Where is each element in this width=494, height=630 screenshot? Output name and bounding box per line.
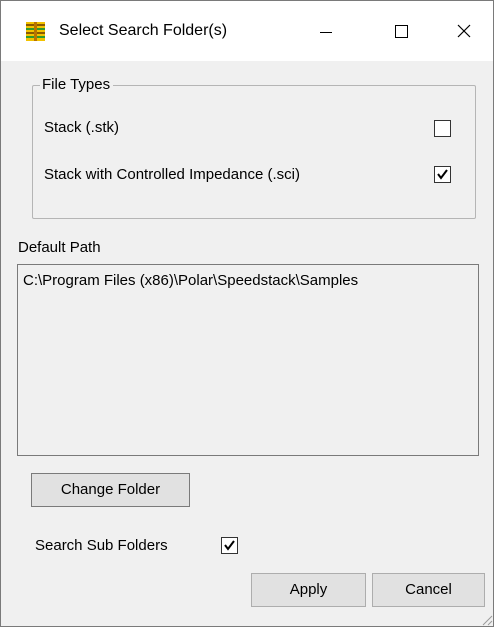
checkmark-icon	[224, 540, 235, 551]
stack-sci-checkbox[interactable]	[434, 166, 451, 183]
close-icon	[457, 24, 471, 38]
change-folder-button[interactable]: Change Folder	[31, 473, 190, 507]
file-types-group	[32, 85, 476, 219]
minimize-button[interactable]	[297, 1, 355, 61]
title-bar[interactable]: Select Search Folder(s)	[1, 1, 493, 61]
checkmark-icon	[437, 169, 448, 180]
default-path-label: Default Path	[18, 239, 101, 256]
default-path-field[interactable]: C:\Program Files (x86)\Polar\Speedstack\…	[17, 264, 479, 456]
close-button[interactable]	[435, 1, 493, 61]
maximize-button[interactable]	[373, 1, 431, 61]
apply-button[interactable]: Apply	[251, 573, 366, 607]
window-title: Select Search Folder(s)	[59, 22, 228, 39]
select-search-folders-dialog: Select Search Folder(s) File Types Stack…	[0, 0, 494, 627]
cancel-button[interactable]: Cancel	[372, 573, 485, 607]
stack-sci-label[interactable]: Stack with Controlled Impedance (.sci)	[44, 165, 300, 185]
minimize-icon	[320, 32, 332, 33]
maximize-icon	[395, 25, 408, 38]
search-sub-folders-checkbox[interactable]	[221, 537, 238, 554]
stack-stk-label[interactable]: Stack (.stk)	[44, 118, 119, 138]
default-path-value: C:\Program Files (x86)\Polar\Speedstack\…	[23, 272, 359, 289]
stack-stk-checkbox[interactable]	[434, 120, 451, 137]
app-icon	[26, 22, 45, 41]
resize-grip-icon[interactable]	[479, 612, 493, 626]
file-types-legend: File Types	[40, 75, 114, 95]
search-sub-folders-label[interactable]: Search Sub Folders	[35, 536, 168, 556]
